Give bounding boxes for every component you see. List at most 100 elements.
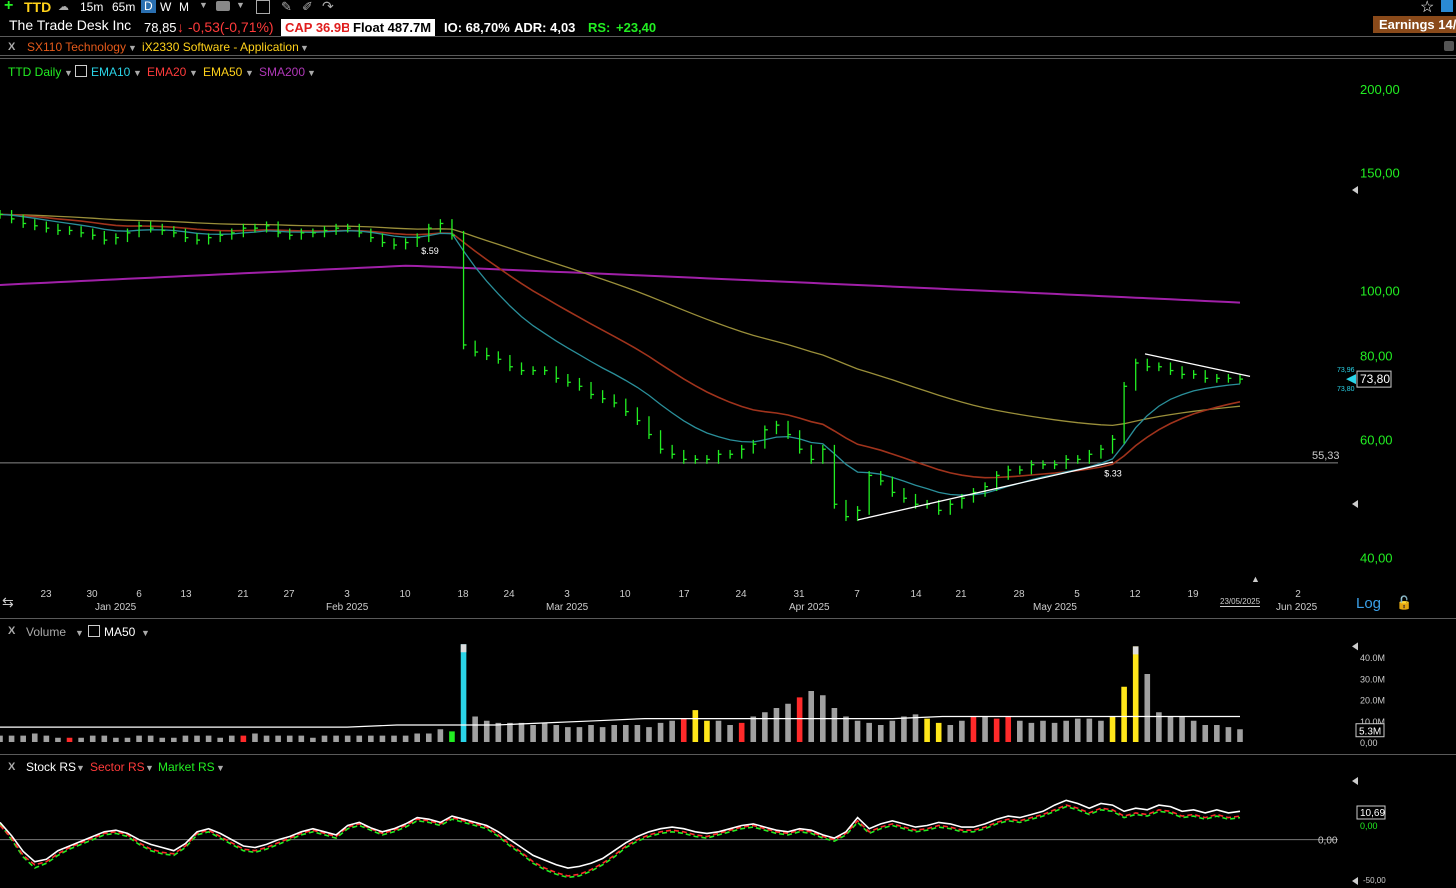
price-tick-label: 150,00 bbox=[1360, 166, 1400, 181]
top-toolbar: + TTD ☁ 15m 65m D W M ▼ ▼ ✎ ✐ ↷ ☆ bbox=[0, 0, 1456, 17]
volume-bar bbox=[136, 735, 142, 742]
x-tick-day: 19 bbox=[1187, 589, 1199, 600]
volume-bar bbox=[55, 737, 61, 742]
volume-bar bbox=[252, 733, 258, 742]
hline-label: 55,33 bbox=[1312, 450, 1340, 462]
volume-last-label: 5.3M bbox=[1359, 727, 1381, 738]
close-panel-icon[interactable] bbox=[1444, 41, 1454, 51]
log-toggle[interactable]: Log bbox=[1356, 595, 1381, 612]
volume-bar bbox=[924, 718, 930, 742]
x-tick-day: 14 bbox=[910, 589, 922, 600]
star-icon[interactable]: ☆ bbox=[1420, 0, 1434, 17]
x-tick-day: 10 bbox=[619, 589, 631, 600]
cloud-icon[interactable]: ☁ bbox=[58, 0, 69, 13]
industry-dropdown-icon[interactable]: ▼ bbox=[300, 43, 309, 53]
price-divider bbox=[0, 618, 1456, 619]
volume-bar bbox=[460, 644, 467, 742]
volume-bar bbox=[1167, 716, 1174, 742]
volume-bar bbox=[622, 725, 629, 742]
volume-bar bbox=[518, 722, 525, 742]
float-badge: Float 487.7M bbox=[349, 19, 436, 36]
share-icon[interactable]: ↷ bbox=[322, 0, 334, 15]
volume-chart[interactable]: 40.0M30.0M20.0M10.0M0,005.3M bbox=[0, 620, 1456, 754]
scroll-left-icon[interactable]: ⇆ bbox=[2, 594, 14, 611]
x-tick-day: 17 bbox=[678, 589, 690, 600]
interval-daily-button[interactable]: D bbox=[141, 0, 156, 13]
earnings-annotation: $.33 bbox=[1104, 469, 1122, 479]
volume-bar bbox=[171, 737, 177, 742]
volume-bar bbox=[275, 735, 281, 742]
volume-bar bbox=[785, 703, 791, 742]
company-name: The Trade Desk Inc bbox=[9, 17, 132, 33]
volume-bar bbox=[854, 720, 861, 742]
last-price-arrow bbox=[1346, 374, 1356, 385]
volume-bar bbox=[379, 735, 386, 742]
lock-icon[interactable]: 🔓 bbox=[1396, 595, 1412, 611]
volume-bar bbox=[286, 735, 293, 742]
sector-dropdown-icon[interactable]: ▼ bbox=[128, 43, 137, 53]
tv-icon[interactable] bbox=[216, 1, 230, 11]
close-groups-icon[interactable]: X bbox=[8, 41, 15, 53]
x-tick-day: 6 bbox=[136, 589, 142, 600]
volume-bar bbox=[1028, 722, 1035, 742]
volume-bar bbox=[715, 720, 722, 742]
volume-bar bbox=[1144, 674, 1151, 742]
flag-icon[interactable] bbox=[1441, 0, 1453, 12]
calculator-icon[interactable] bbox=[256, 0, 270, 14]
volume-bar bbox=[8, 735, 15, 742]
volume-bar bbox=[217, 737, 223, 742]
x-tick-day: 24 bbox=[503, 589, 515, 600]
volume-bar bbox=[310, 737, 316, 742]
pencil-icon[interactable]: ✎ bbox=[281, 0, 292, 15]
x-tick-month: Mar 2025 bbox=[546, 602, 589, 613]
volume-bar bbox=[588, 725, 594, 742]
volume-bar bbox=[89, 735, 96, 742]
volume-bar bbox=[321, 735, 328, 742]
interval-65m-button[interactable]: 65m bbox=[112, 0, 135, 14]
volume-bar bbox=[391, 735, 397, 742]
adr-value: ADR: 4,03 bbox=[514, 20, 576, 35]
rs-chart[interactable]: 0,00 10,69 0,00 -50,00 bbox=[0, 755, 1456, 888]
note-icon[interactable]: ✐ bbox=[302, 0, 313, 15]
volume-bar bbox=[530, 725, 536, 742]
volume-bar bbox=[877, 725, 884, 742]
volume-bar bbox=[356, 735, 363, 742]
volume-bar bbox=[1074, 718, 1081, 742]
scroll-up-icon[interactable]: ▲ bbox=[1251, 574, 1260, 584]
symbol-input[interactable]: TTD bbox=[24, 0, 51, 15]
volume-tick-label: 30.0M bbox=[1360, 674, 1385, 684]
interval-weekly-button[interactable]: W bbox=[160, 0, 171, 14]
volume-bar bbox=[368, 735, 374, 742]
volume-bar bbox=[750, 716, 757, 742]
earnings-badge[interactable]: Earnings 14/0 bbox=[1373, 16, 1456, 33]
volume-bar bbox=[1132, 646, 1139, 742]
volume-bar bbox=[344, 735, 351, 742]
volume-bar bbox=[425, 733, 432, 742]
interval-dropdown-icon[interactable]: ▼ bbox=[199, 0, 208, 10]
rs-zero-label: 0,00 bbox=[1318, 836, 1338, 847]
price-tick-label: 60,00 bbox=[1360, 432, 1393, 447]
price-chart[interactable]: 200,00 150,00 100,00 80,00 60,00 40,00 55,33 $.… bbox=[0, 60, 1456, 620]
volume-bar bbox=[796, 697, 803, 742]
volume-bar bbox=[449, 731, 455, 742]
x-tick-day: 7 bbox=[854, 589, 860, 600]
interval-15m-button[interactable]: 15m bbox=[80, 0, 103, 14]
sector-link[interactable]: SX110 Technology bbox=[27, 40, 126, 54]
volume-bar bbox=[1063, 720, 1069, 742]
volume-bar bbox=[634, 725, 641, 742]
rs-label: RS: bbox=[588, 20, 611, 35]
add-icon[interactable]: + bbox=[4, 0, 13, 15]
tv-dropdown-icon[interactable]: ▼ bbox=[236, 0, 245, 10]
volume-bar bbox=[889, 720, 896, 742]
market-cap-badge: CAP 36.9B bbox=[281, 19, 355, 36]
volume-bar bbox=[414, 733, 420, 742]
volume-bar bbox=[901, 716, 907, 742]
axis-marker bbox=[1352, 500, 1358, 508]
volume-bar bbox=[692, 710, 699, 742]
interval-monthly-button[interactable]: M bbox=[179, 0, 189, 14]
down-arrow-icon: ↓ bbox=[177, 19, 184, 35]
ema10-line bbox=[0, 213, 1241, 496]
last-price-label: 73,80 bbox=[1360, 372, 1390, 386]
volume-bar bbox=[1040, 720, 1046, 742]
industry-link[interactable]: iX2330 Software - Application bbox=[142, 40, 299, 54]
